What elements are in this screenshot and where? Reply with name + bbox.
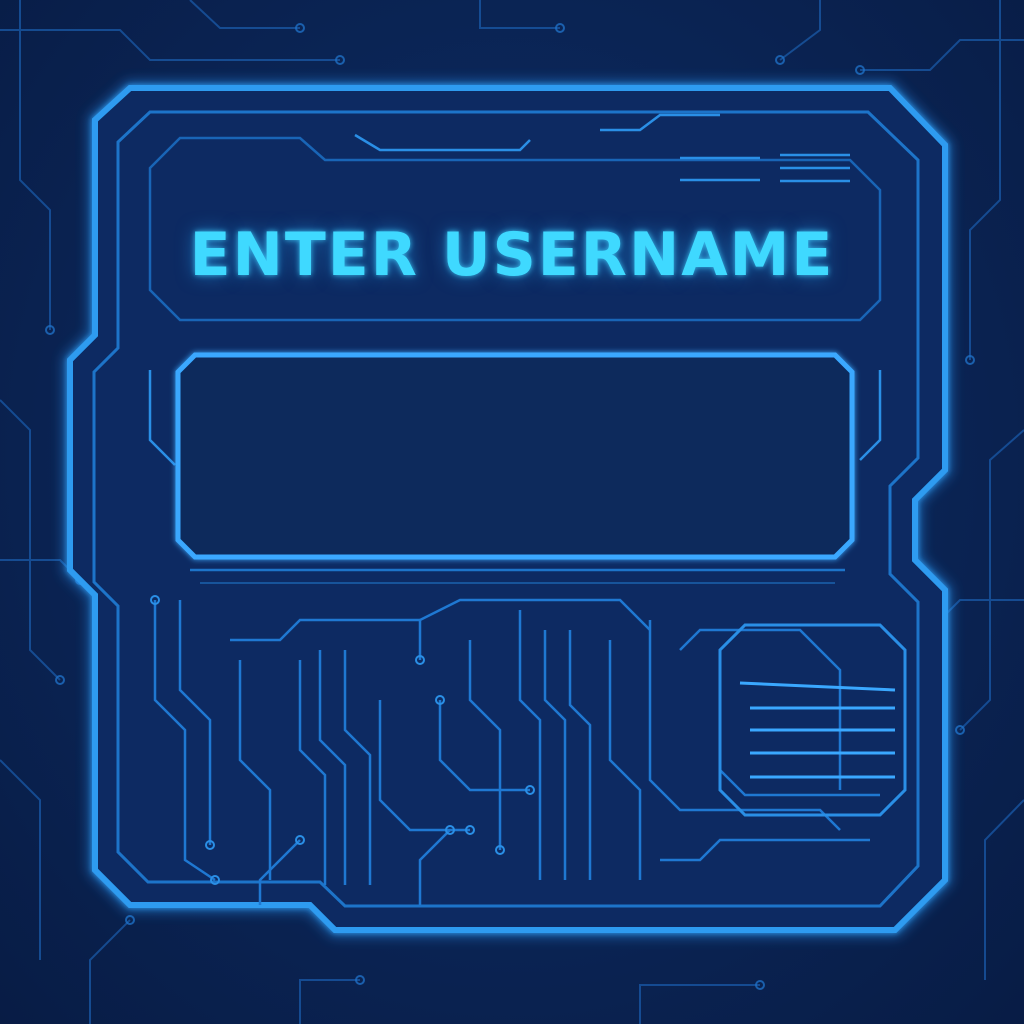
- username-input[interactable]: [182, 362, 846, 552]
- login-panel-scene: ENTER USERNAME: [0, 0, 1024, 1024]
- page-title: ENTER USERNAME: [189, 220, 835, 290]
